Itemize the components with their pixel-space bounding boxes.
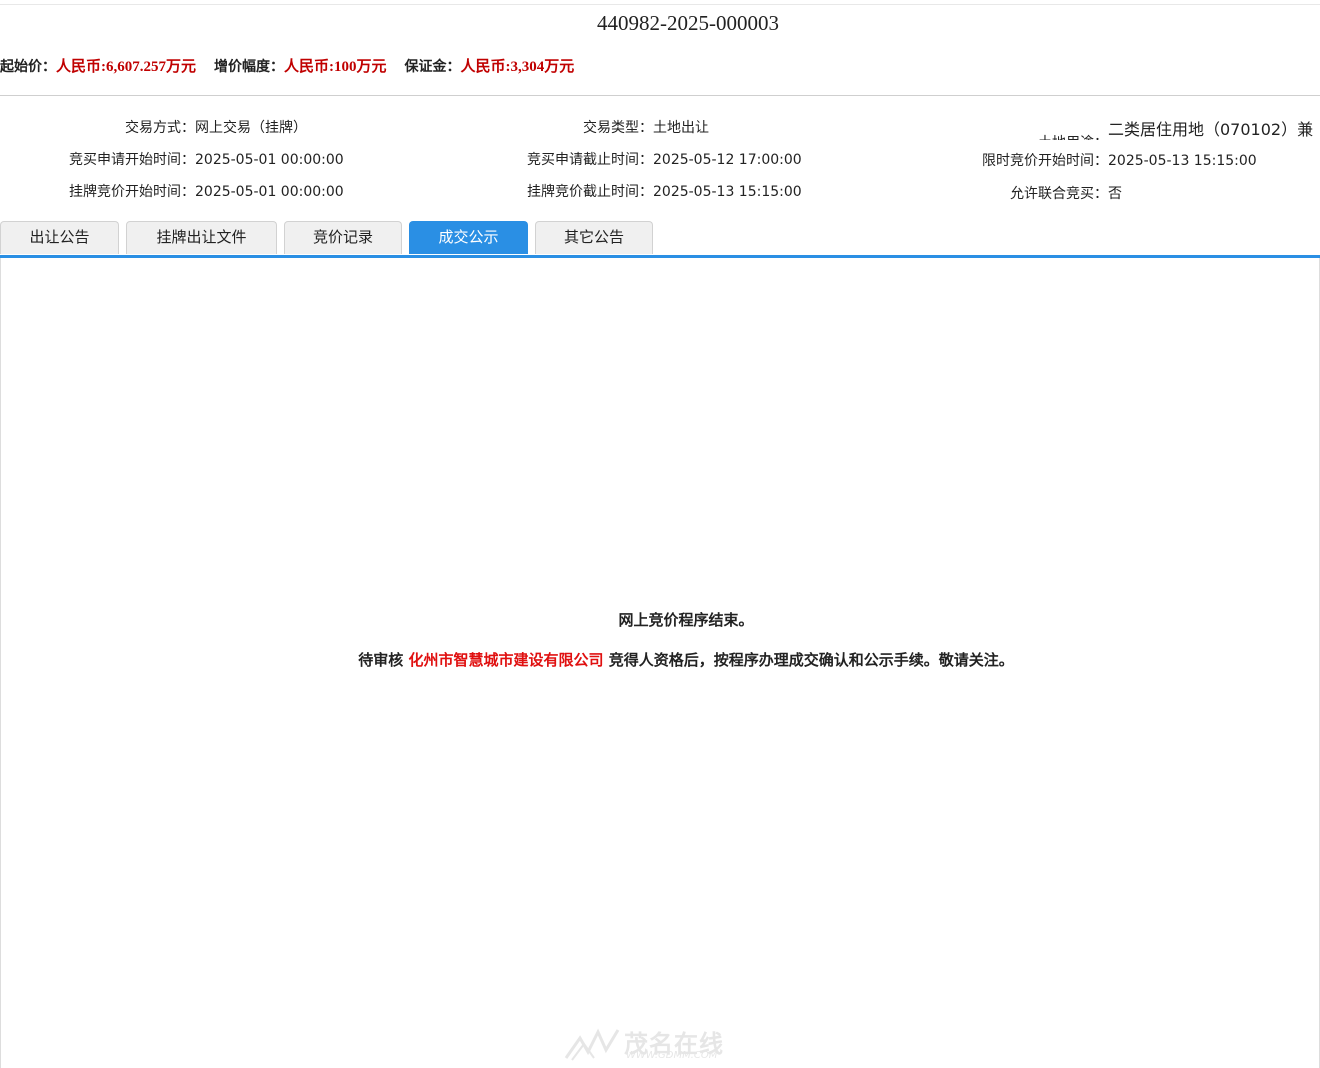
timed-start-value: 2025-05-13 15:15:00	[1108, 153, 1257, 169]
listing-end-row: 挂牌竞价截止时间：2025-05-13 15:15:00	[440, 181, 802, 201]
tab-other-notices[interactable]: 其它公告	[535, 221, 653, 254]
land-use-row: 土地用途：二类居住用地（070102）兼	[900, 116, 1313, 140]
message-suffix: 竞得人资格后，按程序办理成交确认和公示手续。敬请关注。	[603, 651, 1014, 669]
tab-underline	[0, 255, 1320, 258]
bidding-ended-message: 网上竞价程序结束。	[618, 611, 754, 629]
winning-company: 化州市智慧城市建设有限公司	[408, 651, 604, 669]
starting-price-value: 人民币:6,607.257万元	[56, 59, 196, 75]
pending-review-message: 待审核 化州市智慧城市建设有限公司 竞得人资格后，按程序办理成交确认和公示手续。…	[0, 649, 1320, 670]
starting-price-label: 起始价：	[0, 59, 56, 75]
tab-bar: 出让公告 挂牌出让文件 竞价记录 成交公示 其它公告	[0, 221, 1320, 257]
header-divider	[0, 95, 1320, 96]
tab-announcement[interactable]: 出让公告	[0, 221, 119, 254]
tab-listing-documents[interactable]: 挂牌出让文件	[126, 221, 277, 254]
listing-end-label: 挂牌竞价截止时间：	[527, 184, 653, 200]
joint-bid-value: 否	[1108, 186, 1122, 202]
apply-end-value: 2025-05-12 17:00:00	[653, 152, 802, 168]
watermark-url: WWW.GDMM.COM	[626, 1050, 718, 1061]
listing-start-label: 挂牌竞价开始时间：	[69, 184, 195, 200]
increment-value: 人民币:100万元	[284, 59, 387, 75]
timed-start-label: 限时竞价开始时间：	[982, 153, 1108, 169]
top-divider	[0, 4, 1320, 5]
trade-type-label: 交易类型：	[583, 120, 653, 136]
price-summary: 起始价：人民币:6,607.257万元 增价幅度：人民币:100万元 保证金：人民币…	[0, 55, 574, 75]
listing-end-value: 2025-05-13 15:15:00	[653, 184, 802, 200]
trade-type-row: 交易类型：土地出让	[440, 117, 709, 137]
trade-type-value: 土地出让	[653, 120, 709, 136]
joint-bid-row: 允许联合竞买：否	[900, 183, 1122, 203]
listing-start-value: 2025-05-01 00:00:00	[195, 184, 344, 200]
apply-end-row: 竞买申请截止时间：2025-05-12 17:00:00	[440, 149, 802, 169]
trade-method-label: 交易方式：	[125, 120, 195, 136]
page-title: 440982-2025-000003	[597, 11, 779, 35]
increment-label: 增价幅度：	[214, 59, 284, 75]
listing-start-row: 挂牌竞价开始时间：2025-05-01 00:00:00	[0, 181, 344, 201]
land-use-value: 二类居住用地（070102）兼	[1108, 120, 1314, 139]
deposit-value: 人民币:3,304万元	[460, 59, 575, 75]
trade-method-value: 网上交易（挂牌）	[195, 120, 307, 136]
land-use-label: 土地用途：	[900, 132, 1108, 140]
apply-start-value: 2025-05-01 00:00:00	[195, 152, 344, 168]
tab-transaction-notice[interactable]: 成交公示	[409, 221, 528, 254]
joint-bid-label: 允许联合竞买：	[1010, 186, 1108, 202]
site-watermark: 茂名在线 WWW.GDMM.COM	[562, 1024, 762, 1064]
apply-start-label: 竞买申请开始时间：	[69, 152, 195, 168]
tab-bid-records[interactable]: 竞价记录	[284, 221, 402, 254]
deposit-label: 保证金：	[404, 59, 461, 75]
trade-method-row: 交易方式：网上交易（挂牌）	[0, 117, 307, 137]
apply-end-label: 竞买申请截止时间：	[527, 152, 653, 168]
message-prefix: 待审核	[358, 651, 409, 669]
apply-start-row: 竞买申请开始时间：2025-05-01 00:00:00	[0, 149, 344, 169]
watermark-logo-icon	[564, 1028, 620, 1061]
timed-start-row: 限时竞价开始时间：2025-05-13 15:15:00	[900, 150, 1257, 170]
